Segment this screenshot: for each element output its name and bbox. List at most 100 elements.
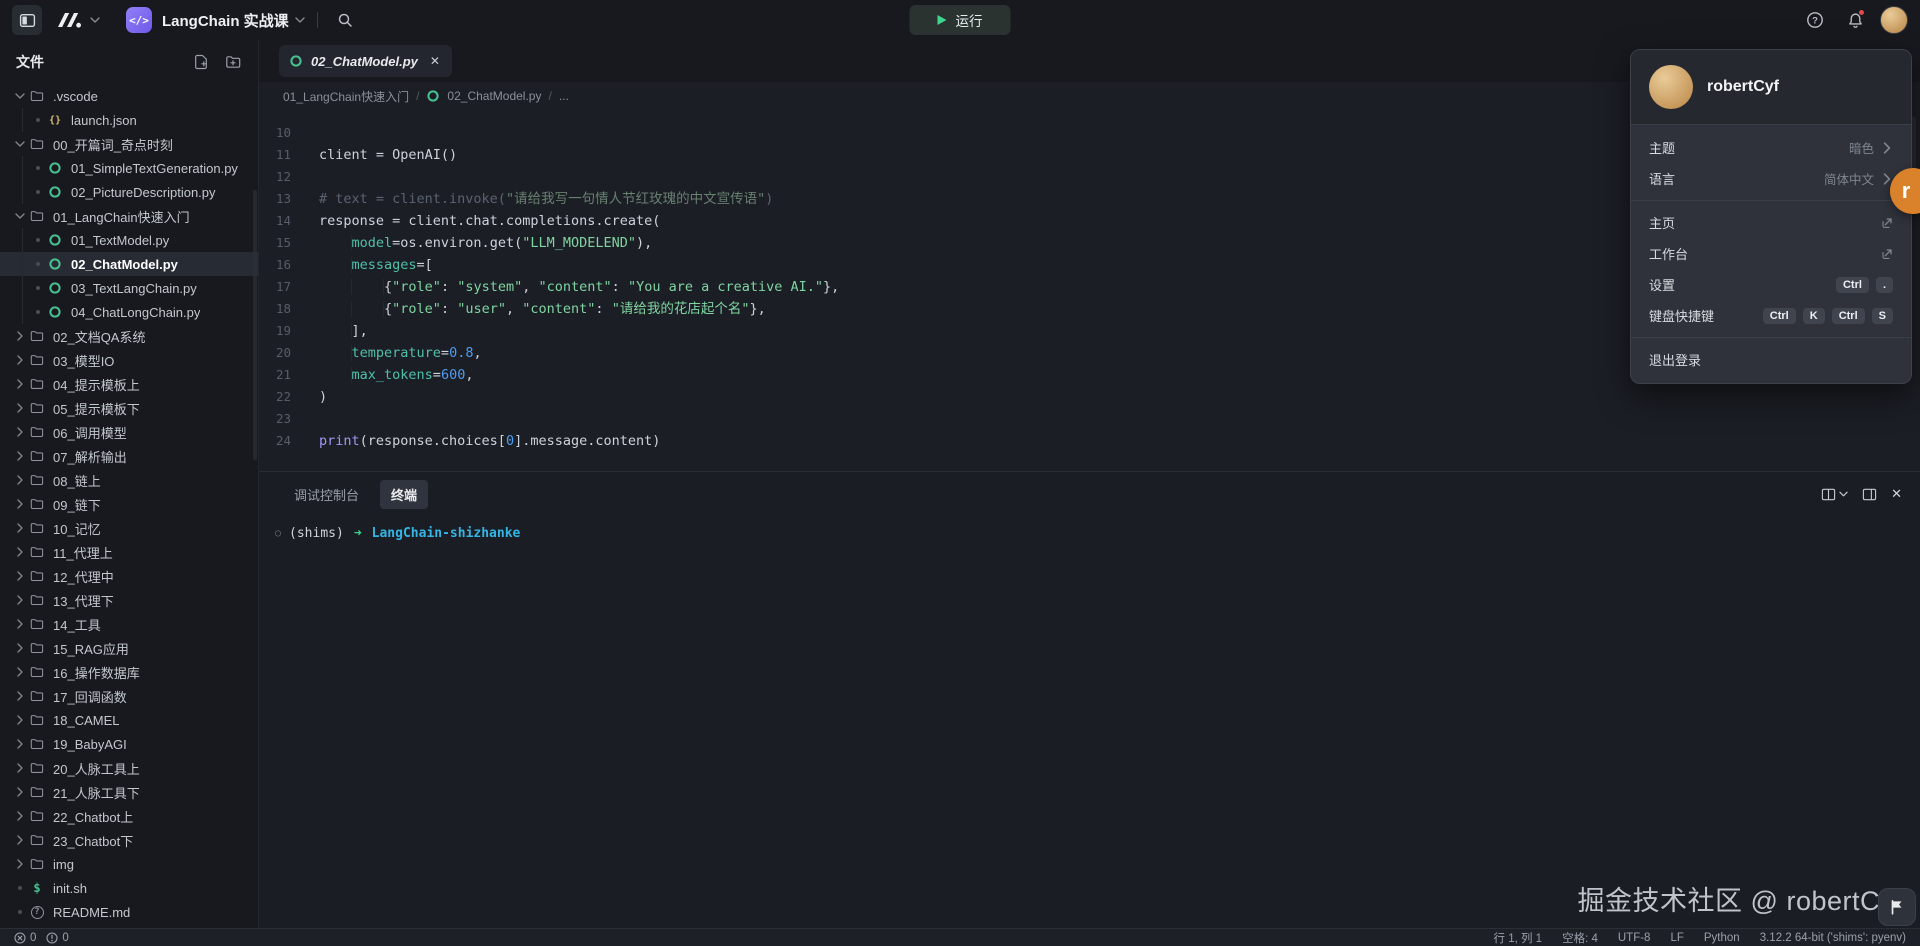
chevron-down-icon[interactable]	[12, 139, 28, 149]
status-segment-5[interactable]: 3.12.2 64-bit ('shims': pyenv)	[1760, 932, 1906, 944]
chevron-right-icon[interactable]	[12, 691, 28, 701]
tree-file-01_SimpleTextGeneration.py[interactable]: 01_SimpleTextGeneration.py	[0, 156, 258, 180]
chevron-right-icon[interactable]	[12, 667, 28, 677]
tree-file-02_ChatModel.py[interactable]: 02_ChatModel.py	[0, 252, 258, 276]
problems-warnings[interactable]: 0	[46, 932, 68, 944]
tab-close-icon[interactable]: ✕	[430, 54, 440, 68]
status-segment-2[interactable]: UTF-8	[1618, 932, 1651, 944]
workspace-switcher[interactable]: </> LangChain 实战课	[126, 7, 305, 33]
sidebar-toggle-button[interactable]	[12, 5, 42, 35]
maximize-panel-button[interactable]	[1862, 487, 1877, 502]
status-segment-1[interactable]: 空格: 4	[1562, 930, 1598, 946]
chevron-right-icon[interactable]	[12, 571, 28, 581]
status-segment-3[interactable]: LF	[1670, 932, 1683, 944]
chevron-right-icon[interactable]	[12, 427, 28, 437]
chevron-right-icon[interactable]	[12, 331, 28, 341]
app-logo[interactable]	[54, 10, 100, 30]
chevron-right-icon[interactable]	[12, 811, 28, 821]
tree-file-02_PictureDescription.py[interactable]: 02_PictureDescription.py	[0, 180, 258, 204]
tree-file-README.md[interactable]: ?README.md	[0, 900, 258, 924]
status-segment-0[interactable]: 行 1, 列 1	[1494, 930, 1543, 946]
tree-folder-09_链下[interactable]: 09_链下	[0, 492, 258, 516]
tree-folder-23_Chatbot下[interactable]: 23_Chatbot下	[0, 828, 258, 852]
notifications-button[interactable]	[1840, 5, 1870, 35]
tree-file-04_ChatLongChain.py[interactable]: 04_ChatLongChain.py	[0, 300, 258, 324]
tree-folder-08_链上[interactable]: 08_链上	[0, 468, 258, 492]
chevron-right-icon[interactable]	[12, 619, 28, 629]
new-file-button[interactable]	[190, 51, 212, 73]
help-button[interactable]: ?	[1800, 5, 1830, 35]
tree-item-label: README.md	[53, 905, 130, 920]
chevron-down-icon[interactable]	[12, 91, 28, 101]
terminal-prompt-line[interactable]: ○ (shims) ➜ LangChain-shizhanke	[259, 516, 1920, 541]
chevron-right-icon[interactable]	[12, 859, 28, 869]
chevron-right-icon[interactable]	[12, 835, 28, 845]
breadcrumb-file[interactable]: 02_ChatModel.py	[447, 89, 541, 103]
menu-item-工作台[interactable]: 工作台	[1631, 238, 1911, 269]
tree-file-init.sh[interactable]: $init.sh	[0, 876, 258, 900]
tree-folder-07_解析输出[interactable]: 07_解析输出	[0, 444, 258, 468]
problems-errors[interactable]: 0	[14, 932, 36, 944]
chevron-right-icon[interactable]	[12, 643, 28, 653]
search-button[interactable]	[330, 5, 360, 35]
chevron-right-icon[interactable]	[12, 523, 28, 533]
tree-folder-00_开篇词_奇点时刻[interactable]: 00_开篇词_奇点时刻	[0, 132, 258, 156]
tree-folder-05_提示模板下[interactable]: 05_提示模板下	[0, 396, 258, 420]
feedback-button[interactable]	[1878, 888, 1916, 926]
tab-terminal[interactable]: 终端	[380, 480, 428, 509]
editor-tab-02-chatmodel[interactable]: 02_ChatModel.py ✕	[279, 45, 452, 77]
tree-folder-img[interactable]: img	[0, 852, 258, 876]
tree-folder-19_BabyAGI[interactable]: 19_BabyAGI	[0, 732, 258, 756]
tree-folder-20_人脉工具上[interactable]: 20_人脉工具上	[0, 756, 258, 780]
menu-item-主页[interactable]: 主页	[1631, 207, 1911, 238]
tree-folder-12_代理中[interactable]: 12_代理中	[0, 564, 258, 588]
menu-item-语言[interactable]: 语言简体中文	[1631, 163, 1911, 194]
tree-file-01_TextModel.py[interactable]: 01_TextModel.py	[0, 228, 258, 252]
tree-folder-22_Chatbot上[interactable]: 22_Chatbot上	[0, 804, 258, 828]
split-terminal-button[interactable]	[1821, 487, 1848, 502]
tree-folder-11_代理上[interactable]: 11_代理上	[0, 540, 258, 564]
tree-folder-03_模型IO[interactable]: 03_模型IO	[0, 348, 258, 372]
tree-folder-14_工具[interactable]: 14_工具	[0, 612, 258, 636]
chevron-right-icon[interactable]	[12, 739, 28, 749]
tree-folder-10_记忆[interactable]: 10_记忆	[0, 516, 258, 540]
menu-item-设置[interactable]: 设置Ctrl.	[1631, 269, 1911, 300]
chevron-right-icon[interactable]	[12, 715, 28, 725]
chevron-right-icon[interactable]	[12, 403, 28, 413]
tree-file-03_TextLangChain.py[interactable]: 03_TextLangChain.py	[0, 276, 258, 300]
user-avatar[interactable]	[1880, 6, 1908, 34]
tree-folder-18_CAMEL[interactable]: 18_CAMEL	[0, 708, 258, 732]
status-segment-4[interactable]: Python	[1704, 932, 1740, 944]
tree-folder-04_提示模板上[interactable]: 04_提示模板上	[0, 372, 258, 396]
tree-folder-13_代理下[interactable]: 13_代理下	[0, 588, 258, 612]
tree-folder-17_回调函数[interactable]: 17_回调函数	[0, 684, 258, 708]
run-button[interactable]: 运行	[910, 5, 1011, 35]
tree-folder-15_RAG应用[interactable]: 15_RAG应用	[0, 636, 258, 660]
chevron-down-icon[interactable]	[12, 211, 28, 221]
tree-file-launch.json[interactable]: {}launch.json	[0, 108, 258, 132]
tree-folder-06_调用模型[interactable]: 06_调用模型	[0, 420, 258, 444]
close-panel-icon[interactable]: ✕	[1891, 486, 1902, 502]
breadcrumb-folder[interactable]: 01_LangChain快速入门	[283, 88, 409, 105]
chevron-right-icon[interactable]	[12, 355, 28, 365]
chevron-right-icon[interactable]	[12, 499, 28, 509]
menu-item-退出登录[interactable]: 退出登录	[1631, 344, 1911, 375]
chevron-right-icon[interactable]	[12, 763, 28, 773]
tree-folder-.vscode[interactable]: .vscode	[0, 84, 258, 108]
chevron-right-icon[interactable]	[12, 547, 28, 557]
new-folder-button[interactable]	[222, 51, 244, 73]
sidebar-scrollbar[interactable]	[253, 190, 257, 460]
tree-folder-16_操作数据库[interactable]: 16_操作数据库	[0, 660, 258, 684]
chevron-right-icon[interactable]	[12, 379, 28, 389]
chevron-right-icon[interactable]	[12, 451, 28, 461]
tree-folder-21_人脉工具下[interactable]: 21_人脉工具下	[0, 780, 258, 804]
chevron-right-icon[interactable]	[12, 475, 28, 485]
menu-item-主题[interactable]: 主题暗色	[1631, 132, 1911, 163]
breadcrumb-more[interactable]: ...	[559, 89, 569, 103]
menu-item-键盘快捷键[interactable]: 键盘快捷键CtrlKCtrlS	[1631, 300, 1911, 331]
chevron-right-icon[interactable]	[12, 595, 28, 605]
tree-folder-02_文档QA系统[interactable]: 02_文档QA系统	[0, 324, 258, 348]
tab-debug-console[interactable]: 调试控制台	[283, 480, 370, 509]
tree-folder-01_LangChain快速入门[interactable]: 01_LangChain快速入门	[0, 204, 258, 228]
chevron-right-icon[interactable]	[12, 787, 28, 797]
